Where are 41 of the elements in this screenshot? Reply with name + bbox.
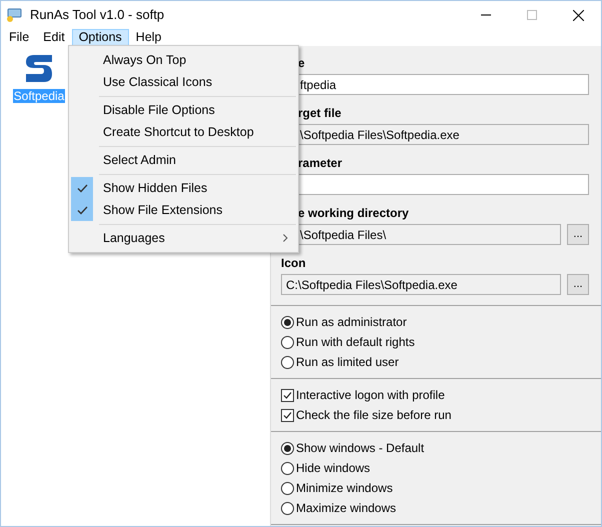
option-label: Show windows - Default: [296, 440, 424, 457]
menu-item[interactable]: Options: [72, 29, 129, 46]
radio-button[interactable]: [281, 482, 294, 494]
menu-item[interactable]: Edit: [36, 29, 72, 46]
field-label: rameter: [298, 156, 342, 172]
menu-item[interactable]: File: [2, 29, 36, 46]
dropdown-item[interactable]: Show File Extensions: [69, 199, 298, 221]
checkbox[interactable]: [281, 388, 294, 402]
option-label: Maximize windows: [296, 500, 396, 517]
checkbox[interactable]: [281, 408, 294, 422]
check-icon: [76, 206, 88, 214]
field-label: Icon: [281, 256, 306, 272]
letter-logo-icon: [24, 52, 54, 84]
option-label: Minimize windows: [296, 480, 393, 497]
field-label: rget file: [298, 106, 342, 122]
dropdown-item[interactable]: Select Admin: [69, 149, 298, 171]
radio-button[interactable]: [281, 356, 294, 368]
radio-button[interactable]: [281, 336, 294, 348]
app-icon: [5, 7, 23, 23]
option-label: Run as administrator: [296, 314, 407, 331]
menu-item[interactable]: Help: [128, 29, 169, 46]
radio-button[interactable]: [281, 316, 294, 328]
browse-button[interactable]: ...: [567, 274, 589, 295]
browse-button[interactable]: ...: [567, 224, 589, 245]
maximize-icon: [527, 10, 537, 20]
radio-button[interactable]: [281, 462, 294, 474]
option-label: Interactive logon with profile: [296, 387, 445, 404]
option-label: Run as limited user: [296, 354, 399, 371]
radio-button[interactable]: [281, 442, 294, 454]
close-icon: [572, 10, 584, 20]
radio-button[interactable]: [281, 502, 294, 514]
text-field[interactable]: C:\Softpedia Files\Softpedia.exe: [281, 274, 561, 295]
option-label: Run with default rights: [296, 334, 415, 351]
dropdown-item[interactable]: Disable File Options: [69, 99, 298, 121]
chevron-right-icon: [283, 234, 288, 242]
dropdown-item[interactable]: Show Hidden Files: [69, 177, 298, 199]
option-label: Check the file size before run: [296, 407, 452, 424]
option-label: Hide windows: [296, 460, 370, 477]
check-icon: [76, 184, 88, 192]
dropdown-item[interactable]: Always On Top: [69, 49, 298, 71]
window-title: RunAs Tool v1.0 - softp: [30, 6, 164, 24]
